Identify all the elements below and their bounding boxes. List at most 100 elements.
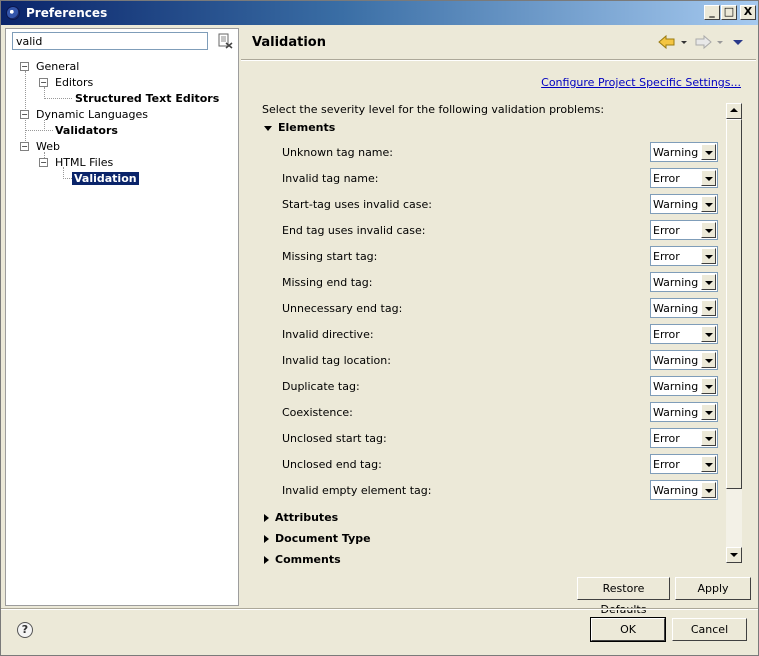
back-arrow-icon[interactable] <box>657 34 677 50</box>
dropdown-arrow-icon[interactable] <box>701 326 716 342</box>
close-button[interactable]: X <box>740 5 756 20</box>
severity-value: Error <box>653 172 680 185</box>
section-label: Document Type <box>275 532 371 545</box>
severity-value: Warning <box>653 380 699 393</box>
collapsed-triangle-icon <box>264 535 269 543</box>
back-dropdown-icon[interactable] <box>680 34 688 50</box>
section-elements[interactable]: Elements <box>264 120 335 136</box>
dropdown-arrow-icon[interactable] <box>701 352 716 368</box>
severity-combo[interactable]: Error <box>650 246 718 266</box>
section-label: Attributes <box>275 511 339 524</box>
clear-filter-icon[interactable] <box>217 33 233 49</box>
severity-combo[interactable]: Warning <box>650 272 718 292</box>
severity-combo[interactable]: Warning <box>650 402 718 422</box>
severity-value: Warning <box>653 354 699 367</box>
scroll-down-button[interactable] <box>726 547 742 563</box>
dropdown-arrow-icon[interactable] <box>701 300 716 316</box>
severity-value: Error <box>653 250 680 263</box>
severity-value: Error <box>653 458 680 471</box>
option-label: Unknown tag name: <box>282 146 393 159</box>
dropdown-arrow-icon[interactable] <box>701 456 716 472</box>
tree-item-label: HTML Files <box>55 156 114 169</box>
tree-item-label: Dynamic Languages <box>36 108 149 121</box>
view-menu-icon[interactable] <box>731 34 745 50</box>
dropdown-arrow-icon[interactable] <box>701 482 716 498</box>
title-bar[interactable]: Preferences _ □ X <box>1 1 758 25</box>
tree-connector <box>44 98 72 99</box>
cancel-button[interactable]: Cancel <box>672 618 747 641</box>
filter-input[interactable] <box>12 32 208 50</box>
option-label: Unnecessary end tag: <box>282 302 403 315</box>
section-label: Comments <box>275 553 341 564</box>
collapse-icon[interactable]: − <box>20 142 29 151</box>
restore-defaults-button[interactable]: Restore Defaults <box>577 577 670 616</box>
severity-value: Warning <box>653 302 699 315</box>
tree-connector <box>25 71 26 147</box>
preference-page: Validation Configure Project Specific Se… <box>241 28 756 616</box>
vertical-scrollbar[interactable] <box>726 103 742 563</box>
collapsed-triangle-icon <box>264 556 269 564</box>
tree-item-label: Editors <box>55 76 94 89</box>
dropdown-arrow-icon[interactable] <box>701 274 716 290</box>
option-label: Duplicate tag: <box>282 380 360 393</box>
ok-button[interactable]: OK <box>590 617 666 642</box>
help-icon[interactable]: ? <box>17 622 33 638</box>
collapse-icon[interactable]: − <box>39 78 48 87</box>
severity-combo[interactable]: Error <box>650 324 718 344</box>
tree-connector <box>63 178 72 179</box>
option-label: Start-tag uses invalid case: <box>282 198 432 211</box>
scroll-thumb[interactable] <box>726 119 742 489</box>
tree-item-structured-text-editors[interactable]: Structured Text Editors <box>75 92 219 106</box>
severity-combo[interactable]: Warning <box>650 142 718 162</box>
option-label: Invalid empty element tag: <box>282 484 432 497</box>
collapse-icon[interactable]: − <box>39 158 48 167</box>
option-label: Unclosed end tag: <box>282 458 382 471</box>
dropdown-arrow-icon[interactable] <box>701 430 716 446</box>
dropdown-arrow-icon[interactable] <box>701 404 716 420</box>
dropdown-arrow-icon[interactable] <box>701 144 716 160</box>
severity-value: Warning <box>653 198 699 211</box>
minimize-button[interactable]: _ <box>704 5 720 20</box>
tree-item-validation[interactable]: Validation <box>72 172 139 186</box>
severity-value: Warning <box>653 276 699 289</box>
dropdown-arrow-icon[interactable] <box>701 248 716 264</box>
dropdown-arrow-icon[interactable] <box>701 196 716 212</box>
severity-combo[interactable]: Warning <box>650 480 718 500</box>
forward-arrow-icon <box>695 34 712 50</box>
preferences-window: Preferences _ □ X − General <box>0 0 759 656</box>
window-title: Preferences <box>26 6 108 20</box>
dropdown-arrow-icon[interactable] <box>701 170 716 186</box>
section-label: Elements <box>278 121 336 134</box>
scroll-up-button[interactable] <box>726 103 742 119</box>
severity-combo[interactable]: Warning <box>650 194 718 214</box>
dropdown-arrow-icon[interactable] <box>701 222 716 238</box>
maximize-button[interactable]: □ <box>721 5 737 20</box>
severity-combo[interactable]: Warning <box>650 376 718 396</box>
section-comments[interactable]: Comments <box>264 552 341 564</box>
option-label: Unclosed start tag: <box>282 432 387 445</box>
intro-text: Select the severity level for the follow… <box>262 103 605 116</box>
collapse-icon[interactable]: − <box>20 110 29 119</box>
option-label: Missing end tag: <box>282 276 373 289</box>
section-attributes[interactable]: Attributes <box>264 510 338 526</box>
severity-combo[interactable]: Error <box>650 428 718 448</box>
section-document-type[interactable]: Document Type <box>264 531 371 547</box>
severity-combo[interactable]: Warning <box>650 350 718 370</box>
severity-combo[interactable]: Error <box>650 220 718 240</box>
collapsed-triangle-icon <box>264 514 269 522</box>
severity-value: Error <box>653 432 680 445</box>
option-label: Coexistence: <box>282 406 353 419</box>
dropdown-arrow-icon[interactable] <box>701 378 716 394</box>
collapse-icon[interactable]: − <box>20 62 29 71</box>
severity-value: Warning <box>653 484 699 497</box>
apply-button[interactable]: Apply <box>675 577 751 600</box>
dialog-separator <box>1 608 758 610</box>
severity-combo[interactable]: Error <box>650 454 718 474</box>
header-separator <box>241 59 756 61</box>
severity-value: Warning <box>653 406 699 419</box>
severity-combo[interactable]: Warning <box>650 298 718 318</box>
tree-item-validators[interactable]: Validators <box>55 124 118 138</box>
severity-combo[interactable]: Error <box>650 168 718 188</box>
configure-project-settings-link[interactable]: Configure Project Specific Settings... <box>541 76 741 89</box>
preference-tree-pane: − General − Editors Structured Text Edit… <box>5 28 239 606</box>
